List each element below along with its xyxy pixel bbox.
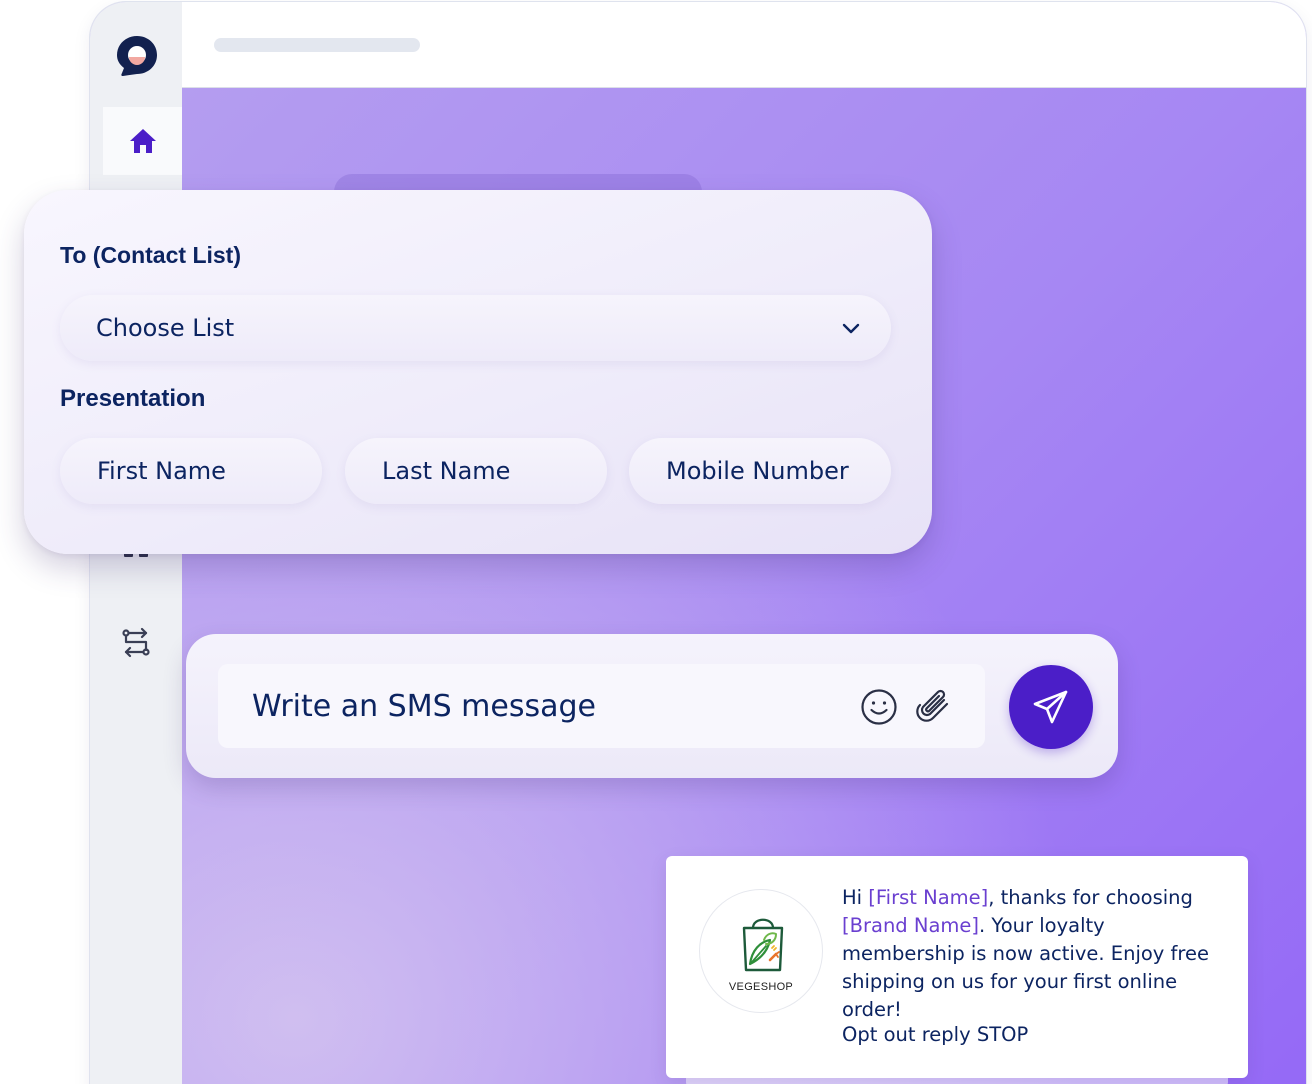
smiley-icon (861, 689, 897, 725)
top-bar (182, 2, 1306, 88)
to-contact-list-label: To (Contact List) (60, 242, 241, 268)
field-last-name[interactable]: Last Name (345, 438, 607, 504)
sms-preview-card: VEGESHOP Hi [First Name], thanks for cho… (666, 856, 1248, 1078)
emoji-button[interactable] (860, 688, 898, 726)
contact-list-panel: To (Contact List) Choose List Presentati… (24, 190, 932, 554)
title-skeleton (214, 38, 420, 52)
home-icon (129, 129, 156, 153)
select-value: Choose List (96, 314, 235, 342)
sms-part-2: , thanks for choosing (988, 886, 1193, 909)
route-arrows-icon (122, 627, 150, 658)
token-first-name: [First Name] (868, 886, 989, 909)
send-button[interactable] (1009, 665, 1093, 749)
sms-message-body: Hi [First Name], thanks for choosing [Br… (842, 884, 1222, 1024)
sms-greeting: Hi (842, 886, 869, 909)
attach-button[interactable] (914, 686, 952, 726)
chevron-down-icon (842, 323, 860, 334)
field-mobile-number[interactable]: Mobile Number (629, 438, 891, 504)
chat-bubble-logo-icon[interactable] (115, 34, 159, 78)
sms-opt-out: Opt out reply STOP (842, 1023, 1029, 1046)
sidebar-item-home[interactable] (103, 107, 182, 175)
paperclip-icon (916, 689, 949, 722)
shopping-bag-leaf-icon (742, 918, 784, 972)
field-first-name[interactable]: First Name (60, 438, 322, 504)
brand-name: VEGESHOP (728, 981, 794, 993)
brand-avatar: VEGESHOP (699, 889, 823, 1013)
paper-plane-icon (1033, 690, 1068, 724)
sidebar-item-flows[interactable] (118, 624, 154, 660)
presentation-label: Presentation (60, 385, 206, 412)
sms-card-underlay (686, 1078, 1228, 1084)
sms-composer (186, 634, 1118, 778)
stage: To (Contact List) Choose List Presentati… (0, 0, 1312, 1084)
contact-list-select[interactable]: Choose List (60, 295, 891, 361)
token-brand-name: [Brand Name] (842, 914, 980, 937)
